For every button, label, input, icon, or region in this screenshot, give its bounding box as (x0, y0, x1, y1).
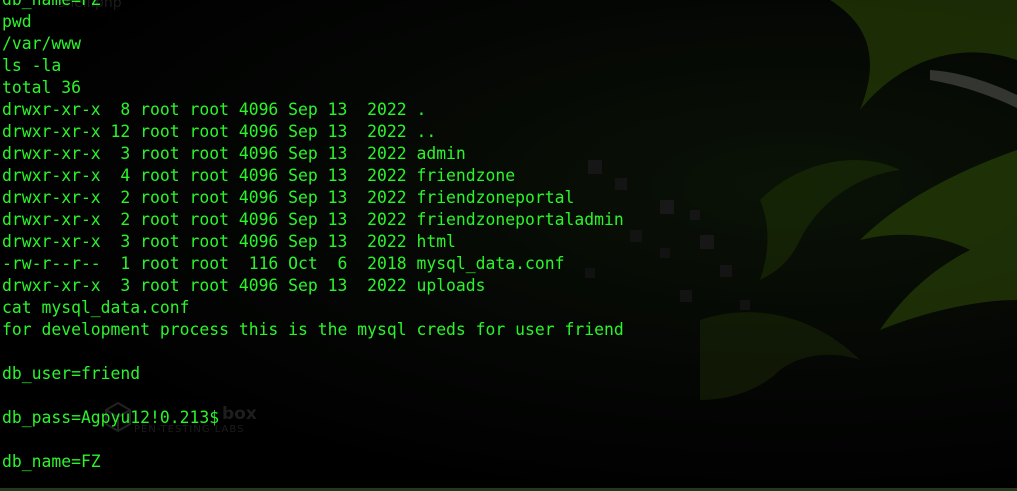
terminal-line: db_pass=Agpyu12!0.213$ (2, 408, 220, 427)
terminal-window[interactable]: shell.php box PEN-TESTING LABS db_name=F… (0, 0, 1017, 491)
terminal-line: drwxr-xr-x 8 root root 4096 Sep 13 2022 … (2, 100, 427, 119)
terminal-line: /var/www (2, 34, 81, 53)
terminal-output[interactable]: db_name=FZpwd/var/wwwls -latotal 36drwxr… (2, 0, 1017, 473)
terminal-line: ls -la (2, 56, 62, 75)
terminal-line: drwxr-xr-x 2 root root 4096 Sep 13 2022 … (2, 210, 624, 229)
terminal-line: db_user=friend (2, 364, 141, 383)
terminal-line: drwxr-xr-x 3 root root 4096 Sep 13 2022 … (2, 144, 466, 163)
terminal-line: drwxr-xr-x 2 root root 4096 Sep 13 2022 … (2, 188, 575, 207)
terminal-line: total 36 (2, 78, 81, 97)
terminal-line: for development process this is the mysq… (2, 320, 624, 339)
terminal-line: db_name=FZ (2, 452, 101, 471)
terminal-line: drwxr-xr-x 3 root root 4096 Sep 13 2022 … (2, 232, 456, 251)
terminal-line: drwxr-xr-x 12 root root 4096 Sep 13 2022… (2, 122, 437, 141)
terminal-line: pwd (2, 12, 32, 31)
terminal-line: cat mysql_data.conf (2, 298, 190, 317)
terminal-line: -rw-r--r-- 1 root root 116 Oct 6 2018 my… (2, 254, 565, 273)
terminal-line: db_name=FZ (2, 0, 1017, 11)
terminal-line: drwxr-xr-x 4 root root 4096 Sep 13 2022 … (2, 166, 516, 185)
terminal-line: drwxr-xr-x 3 root root 4096 Sep 13 2022 … (2, 276, 486, 295)
